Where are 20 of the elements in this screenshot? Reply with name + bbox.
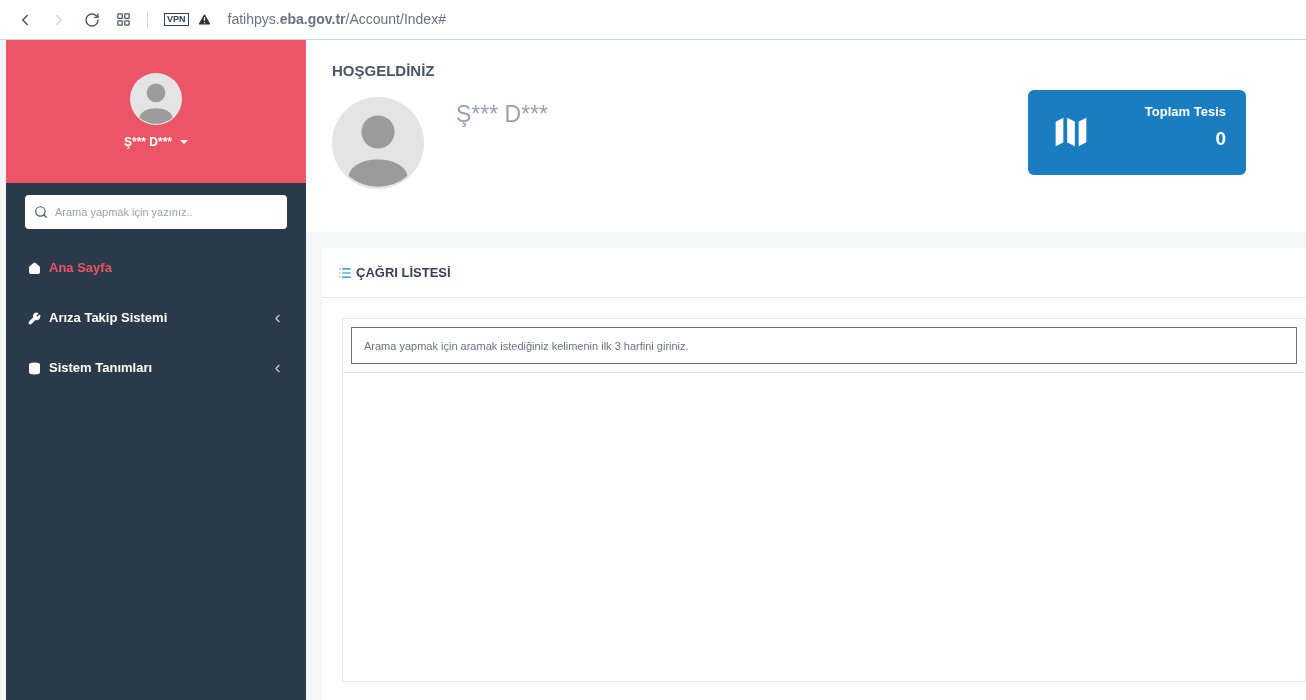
stat-value: 0 xyxy=(1215,127,1226,151)
call-search-field[interactable]: Arama yapmak için aramak istediğiniz kelimenin ilk 3 harfini giriniz. xyxy=(351,327,1297,364)
reload-icon[interactable] xyxy=(84,11,100,28)
sidebar-item[interactable]: Sistem Tanımları xyxy=(6,343,306,393)
home-icon xyxy=(28,261,41,275)
wrench-icon xyxy=(28,311,41,325)
avatar xyxy=(130,72,182,125)
panel-title: ÇAĞRI LİSTESİ xyxy=(356,263,451,282)
sidebar-search-field[interactable]: Arama yapmak için yazınız.. xyxy=(25,195,287,229)
search-icon xyxy=(34,205,48,219)
welcome-title: HOŞGELDİNİZ xyxy=(332,61,436,81)
grid-icon[interactable] xyxy=(116,12,131,27)
stat-label: Toplam Tesis xyxy=(1144,102,1226,121)
vpn-badge[interactable]: VPN xyxy=(164,12,189,27)
user-name: Ş*** D*** xyxy=(456,99,549,129)
address-text[interactable]: fatihpys.eba.gov.tr/Account/Index# xyxy=(227,9,446,30)
warning-icon[interactable] xyxy=(196,12,212,27)
list-icon xyxy=(338,265,352,280)
caret-icon xyxy=(180,139,188,144)
sidebar-item[interactable]: Arıza Takip Sistemi xyxy=(6,293,306,343)
